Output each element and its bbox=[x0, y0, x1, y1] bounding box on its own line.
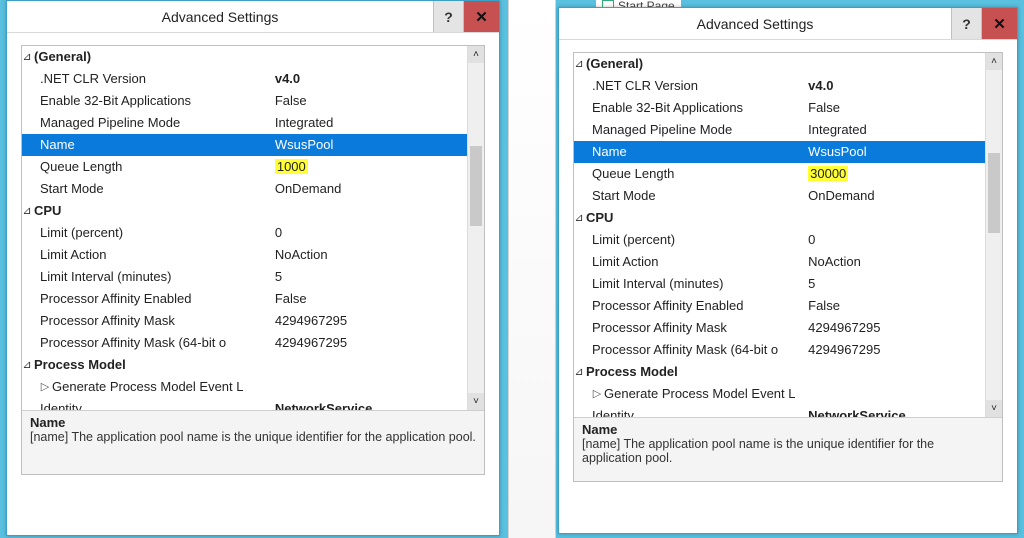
prop-pipeline[interactable]: Managed Pipeline ModeIntegrated bbox=[22, 112, 467, 134]
close-button[interactable]: ✕ bbox=[463, 1, 499, 32]
advanced-settings-dialog-after: Advanced Settings ? ✕ (General) .NET CLR… bbox=[558, 7, 1018, 534]
category-cpu[interactable]: CPU bbox=[574, 207, 985, 229]
scroll-thumb[interactable] bbox=[988, 153, 1000, 233]
prop-enable-32[interactable]: Enable 32-Bit ApplicationsFalse bbox=[574, 97, 985, 119]
queue-length-value: 1000 bbox=[275, 159, 308, 174]
prop-affinity-enabled[interactable]: Processor Affinity EnabledFalse bbox=[22, 288, 467, 310]
scroll-up-icon[interactable]: ˄ bbox=[468, 46, 484, 63]
scroll-up-icon[interactable]: ˄ bbox=[986, 53, 1002, 70]
description-text: [name] The application pool name is the … bbox=[30, 430, 476, 444]
expander-icon[interactable] bbox=[22, 354, 32, 376]
prop-limit-action[interactable]: Limit ActionNoAction bbox=[574, 251, 985, 273]
advanced-settings-dialog-before: Advanced Settings ? ✕ (General) .NET CLR… bbox=[6, 0, 500, 536]
prop-enable-32[interactable]: Enable 32-Bit ApplicationsFalse bbox=[22, 90, 467, 112]
description-name: Name bbox=[582, 422, 994, 437]
prop-queue-length[interactable]: Queue Length30000 bbox=[574, 163, 985, 185]
expander-icon[interactable] bbox=[40, 376, 50, 398]
dialog-title: Advanced Settings bbox=[559, 8, 951, 39]
category-general[interactable]: (General) bbox=[22, 46, 467, 68]
scroll-down-icon[interactable]: ˅ bbox=[986, 400, 1002, 417]
prop-net-clr[interactable]: .NET CLR Versionv4.0 bbox=[574, 75, 985, 97]
description-name: Name bbox=[30, 415, 476, 430]
prop-pipeline[interactable]: Managed Pipeline ModeIntegrated bbox=[574, 119, 985, 141]
scroll-down-icon[interactable]: ˅ bbox=[468, 393, 484, 410]
description-pane: Name [name] The application pool name is… bbox=[574, 417, 1002, 481]
scroll-thumb[interactable] bbox=[470, 146, 482, 226]
prop-limit-interval[interactable]: Limit Interval (minutes)5 bbox=[22, 266, 467, 288]
titlebar: Advanced Settings ? ✕ bbox=[559, 8, 1017, 40]
prop-limit-action[interactable]: Limit ActionNoAction bbox=[22, 244, 467, 266]
prop-affinity-mask[interactable]: Processor Affinity Mask4294967295 bbox=[22, 310, 467, 332]
expander-icon[interactable] bbox=[574, 361, 584, 383]
scrollbar[interactable]: ˄ ˅ bbox=[467, 46, 484, 410]
prop-limit-interval[interactable]: Limit Interval (minutes)5 bbox=[574, 273, 985, 295]
prop-queue-length[interactable]: Queue Length1000 bbox=[22, 156, 467, 178]
prop-limit-percent[interactable]: Limit (percent)0 bbox=[22, 222, 467, 244]
prop-affinity-mask-64[interactable]: Processor Affinity Mask (64-bit o4294967… bbox=[22, 332, 467, 354]
description-pane: Name [name] The application pool name is… bbox=[22, 410, 484, 474]
expander-icon[interactable] bbox=[22, 200, 32, 222]
property-grid[interactable]: (General) .NET CLR Versionv4.0 Enable 32… bbox=[574, 53, 985, 417]
titlebar: Advanced Settings ? ✕ bbox=[7, 1, 499, 33]
prop-start-mode[interactable]: Start ModeOnDemand bbox=[22, 178, 467, 200]
prop-gen-process-model[interactable]: Generate Process Model Event L bbox=[22, 376, 467, 398]
prop-start-mode[interactable]: Start ModeOnDemand bbox=[574, 185, 985, 207]
expander-icon[interactable] bbox=[22, 46, 32, 68]
prop-name[interactable]: NameWsusPool bbox=[22, 134, 467, 156]
category-general[interactable]: (General) bbox=[574, 53, 985, 75]
prop-affinity-enabled[interactable]: Processor Affinity EnabledFalse bbox=[574, 295, 985, 317]
help-button[interactable]: ? bbox=[433, 1, 463, 32]
scrollbar[interactable]: ˄ ˅ bbox=[985, 53, 1002, 417]
prop-net-clr[interactable]: .NET CLR Versionv4.0 bbox=[22, 68, 467, 90]
category-process-model[interactable]: Process Model bbox=[574, 361, 985, 383]
prop-identity[interactable]: IdentityNetworkService bbox=[22, 398, 467, 410]
description-text: [name] The application pool name is the … bbox=[582, 437, 994, 465]
category-process-model[interactable]: Process Model bbox=[22, 354, 467, 376]
prop-affinity-mask-64[interactable]: Processor Affinity Mask (64-bit o4294967… bbox=[574, 339, 985, 361]
prop-name[interactable]: NameWsusPool bbox=[574, 141, 985, 163]
queue-length-value: 30000 bbox=[808, 166, 848, 181]
prop-affinity-mask[interactable]: Processor Affinity Mask4294967295 bbox=[574, 317, 985, 339]
prop-gen-process-model[interactable]: Generate Process Model Event L bbox=[574, 383, 985, 405]
expander-icon[interactable] bbox=[592, 383, 602, 405]
prop-limit-percent[interactable]: Limit (percent)0 bbox=[574, 229, 985, 251]
expander-icon[interactable] bbox=[574, 207, 584, 229]
dialog-title: Advanced Settings bbox=[7, 1, 433, 32]
property-grid[interactable]: (General) .NET CLR Versionv4.0 Enable 32… bbox=[22, 46, 467, 410]
help-button[interactable]: ? bbox=[951, 8, 981, 39]
expander-icon[interactable] bbox=[574, 53, 584, 75]
prop-identity[interactable]: IdentityNetworkService bbox=[574, 405, 985, 417]
category-cpu[interactable]: CPU bbox=[22, 200, 467, 222]
close-button[interactable]: ✕ bbox=[981, 8, 1017, 39]
